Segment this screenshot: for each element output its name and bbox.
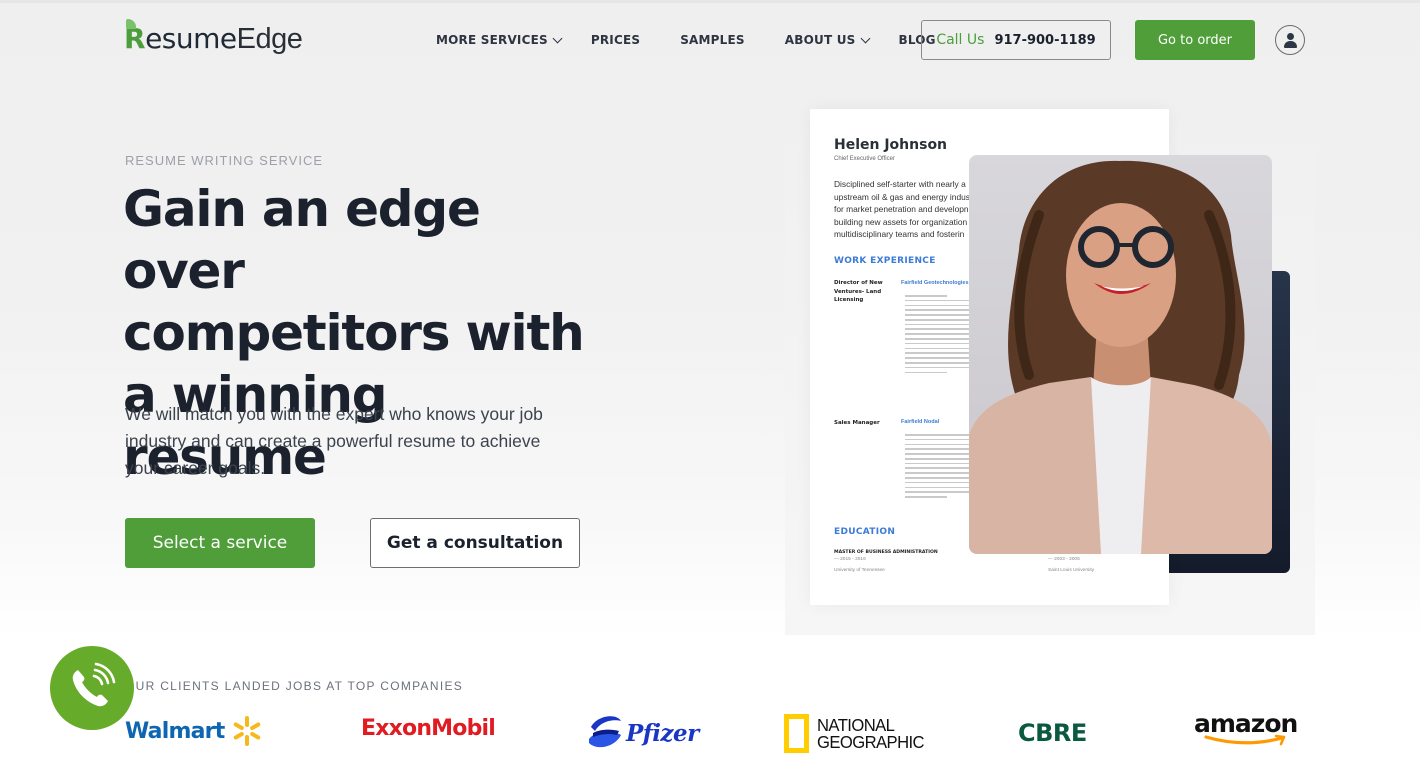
hero-title-line: competitors with xyxy=(123,304,585,362)
cbre-wordmark: CBRE xyxy=(1018,719,1087,747)
chevron-down-icon xyxy=(552,33,563,44)
natgeo-wordmark: NATIONAL GEOGRAPHIC xyxy=(817,716,925,752)
resume-edu-school: Saint Louis University xyxy=(1048,568,1095,573)
cbre-logo: CBRE xyxy=(1018,719,1087,747)
select-service-button[interactable]: Select a service xyxy=(125,518,315,568)
exxonmobil-wordmark: ExxonMobil xyxy=(361,716,496,741)
portrait-illustration xyxy=(969,160,1272,554)
walmart-wordmark: Walmart xyxy=(125,718,225,744)
pfizer-wordmark: Pfizer xyxy=(626,719,699,747)
site-header: Resume Edge MORE SERVICES PRICES SAMPLES … xyxy=(0,0,1420,82)
natgeo-frame-icon xyxy=(784,714,809,753)
resume-company: Fairfield Nodal xyxy=(901,419,940,425)
resume-education-heading: EDUCATION xyxy=(834,527,896,537)
logo-esume: esume xyxy=(145,22,237,55)
exxonmobil-logo: ExxonMobil xyxy=(361,716,496,741)
nav-prices[interactable]: PRICES xyxy=(591,33,640,47)
resume-edu-years: — 2015 - 2016 xyxy=(834,557,866,562)
hero-eyebrow: RESUME WRITING SERVICE xyxy=(125,153,324,168)
resume-edu-years: — 2003 - 2006 xyxy=(1048,557,1080,562)
clients-label: OUR CLIENTS LANDED JOBS AT TOP COMPANIES xyxy=(125,679,464,693)
user-account-button[interactable] xyxy=(1275,25,1305,55)
phone-icon xyxy=(72,662,116,707)
nav-label: MORE SERVICES xyxy=(436,33,548,47)
walmart-spark-icon xyxy=(232,716,262,746)
resume-company: Fairfield Geotechnologies xyxy=(901,280,969,286)
go-to-order-button[interactable]: Go to order xyxy=(1135,20,1255,60)
nav-about-us[interactable]: ABOUT US xyxy=(784,33,870,47)
hero-title-line: Gain an edge over xyxy=(123,180,481,300)
resume-name: Helen Johnson xyxy=(834,137,948,153)
resume-work-heading: WORK EXPERIENCE xyxy=(834,256,936,266)
resume-edu-school: University of Tennessee xyxy=(834,568,885,573)
call-us-button[interactable]: Call Us 917-900-1189 xyxy=(921,20,1111,60)
logo-r: R xyxy=(124,19,146,55)
nav-label: ABOUT US xyxy=(784,33,856,47)
resume-job-title: Director of New Ventures- Land Licensing xyxy=(834,280,883,303)
chevron-down-icon xyxy=(860,33,870,44)
main-nav: MORE SERVICES PRICES SAMPLES ABOUT US BL… xyxy=(436,33,936,47)
logo-edge: Edge xyxy=(236,23,303,55)
amazon-logo: amazon xyxy=(1194,711,1298,746)
national-geographic-logo: NATIONAL GEOGRAPHIC xyxy=(784,714,930,753)
phone-number: 917-900-1189 xyxy=(994,32,1096,48)
resume-degree: MASTER OF BUSINESS ADMINISTRATION xyxy=(834,550,938,555)
walmart-logo: Walmart xyxy=(125,716,262,746)
resumeedge-logo[interactable]: Resume Edge xyxy=(124,19,303,56)
floating-call-button[interactable] xyxy=(50,646,134,730)
get-consultation-button[interactable]: Get a consultation xyxy=(370,518,580,568)
candidate-photo xyxy=(969,155,1272,554)
call-us-label: Call Us xyxy=(936,32,985,48)
nav-more-services[interactable]: MORE SERVICES xyxy=(436,33,563,47)
pfizer-logo: Pfizer xyxy=(587,713,699,753)
nav-label: SAMPLES xyxy=(680,33,745,47)
resume-bullets xyxy=(905,434,975,501)
nav-label: PRICES xyxy=(590,33,641,47)
hero-subtitle: We will match you with the expert who kn… xyxy=(125,404,543,478)
nav-samples[interactable]: SAMPLES xyxy=(680,33,745,47)
amazon-smile-icon xyxy=(1204,734,1286,746)
pfizer-helix-icon xyxy=(589,716,621,748)
resume-bullets xyxy=(905,295,975,376)
resume-job-title: Sales Manager xyxy=(834,420,880,426)
natgeo-line: GEOGRAPHIC xyxy=(817,731,925,752)
resume-role: Chief Executive Officer xyxy=(834,156,895,162)
